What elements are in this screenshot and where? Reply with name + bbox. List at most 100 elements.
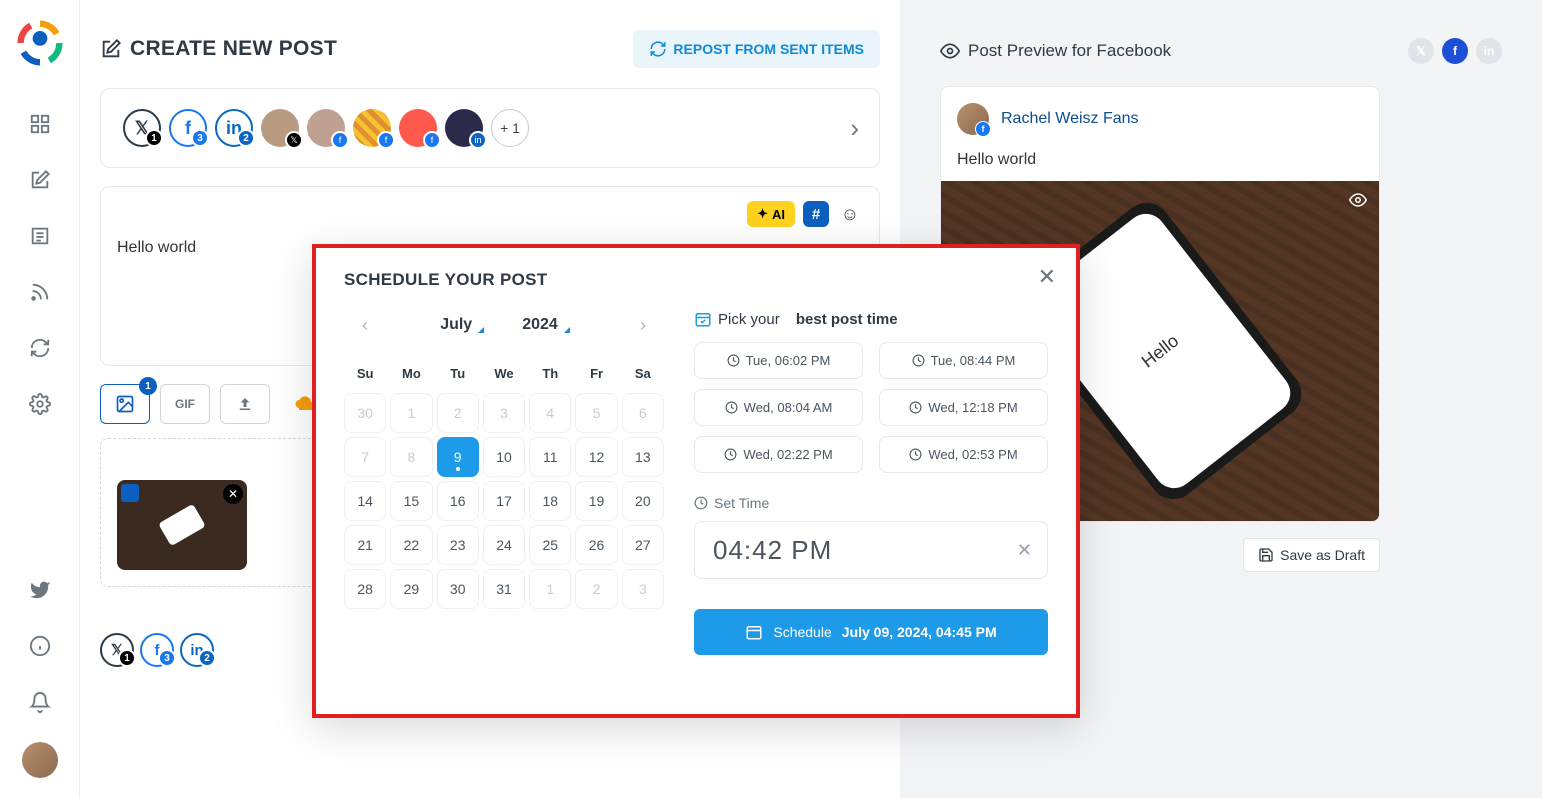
next-month-icon[interactable]: › xyxy=(628,310,658,340)
nav-recycle-icon[interactable] xyxy=(20,328,60,368)
account-item[interactable]: f xyxy=(353,109,391,147)
calendar-day[interactable]: 3 xyxy=(483,393,525,433)
remove-media-icon[interactable]: ✕ xyxy=(223,484,243,504)
gif-tool[interactable]: GIF xyxy=(160,384,210,424)
calendar-day[interactable]: 17 xyxy=(483,481,525,521)
calendar-day[interactable]: 25 xyxy=(529,525,571,565)
upload-tool[interactable] xyxy=(220,384,270,424)
page-title-text: CREATE NEW POST xyxy=(130,37,337,61)
best-time-option[interactable]: Wed, 02:53 PM xyxy=(879,436,1048,473)
calendar-day[interactable]: 30 xyxy=(344,393,386,433)
calendar-day[interactable]: 27 xyxy=(622,525,664,565)
calendar-day[interactable]: 24 xyxy=(483,525,525,565)
calendar-day[interactable]: 5 xyxy=(575,393,617,433)
calendar-day[interactable]: 6 xyxy=(622,393,664,433)
calendar-day-header: Su xyxy=(344,358,386,389)
clear-time-icon[interactable]: ✕ xyxy=(1017,540,1033,561)
calendar-day[interactable]: 2 xyxy=(575,569,617,609)
nav-twitter-icon[interactable] xyxy=(20,570,60,610)
calendar: ‹ July 2024 › SuMoTuWeThFrSa301234567891… xyxy=(344,310,664,655)
calendar-day[interactable]: 22 xyxy=(390,525,432,565)
nav-settings-icon[interactable] xyxy=(20,384,60,424)
save-draft-button[interactable]: Save as Draft xyxy=(1243,538,1380,572)
emoji-button[interactable]: ☺ xyxy=(837,201,863,227)
calendar-day[interactable]: 9 xyxy=(437,437,479,477)
preview-account-name: Rachel Weisz Fans xyxy=(1001,110,1139,128)
app-logo[interactable] xyxy=(17,20,63,66)
prev-month-icon[interactable]: ‹ xyxy=(350,310,380,340)
best-time-option[interactable]: Tue, 08:44 PM xyxy=(879,342,1048,379)
nav-compose-icon[interactable] xyxy=(20,160,60,200)
clock-icon xyxy=(725,401,738,414)
calendar-day[interactable]: 15 xyxy=(390,481,432,521)
clock-icon xyxy=(694,496,708,510)
account-badge: 1 xyxy=(145,129,163,147)
account-badge: 1 xyxy=(118,649,136,667)
best-time-option[interactable]: Wed, 08:04 AM xyxy=(694,389,863,426)
best-time-option[interactable]: Wed, 02:22 PM xyxy=(694,436,863,473)
hashtag-button[interactable]: # xyxy=(803,201,829,227)
accounts-selector[interactable]: 𝕏1f3in2𝕏fffin + 1 › xyxy=(100,88,880,168)
calendar-day[interactable]: 1 xyxy=(529,569,571,609)
preview-x-icon[interactable]: 𝕏 xyxy=(1408,38,1434,64)
account-item[interactable]: f xyxy=(399,109,437,147)
calendar-day[interactable]: 29 xyxy=(390,569,432,609)
calendar-day[interactable]: 4 xyxy=(529,393,571,433)
schedule-date: July 09, 2024, 04:45 PM xyxy=(842,624,997,640)
more-accounts[interactable]: + 1 xyxy=(491,109,529,147)
calendar-day[interactable]: 23 xyxy=(437,525,479,565)
nav-feed-icon[interactable] xyxy=(20,216,60,256)
chevron-right-icon[interactable]: › xyxy=(850,113,859,144)
calendar-day[interactable]: 1 xyxy=(390,393,432,433)
calendar-day[interactable]: 18 xyxy=(529,481,571,521)
calendar-day[interactable]: 19 xyxy=(575,481,617,521)
account-item[interactable]: in2 xyxy=(215,109,253,147)
calendar-day[interactable]: 8 xyxy=(390,437,432,477)
calendar-day[interactable]: 28 xyxy=(344,569,386,609)
calendar-day[interactable]: 26 xyxy=(575,525,617,565)
ai-button[interactable]: ✦ AI xyxy=(747,201,795,227)
account-item[interactable]: f xyxy=(307,109,345,147)
image-tool[interactable]: 1 xyxy=(100,384,150,424)
bottom-account[interactable]: 𝕏1 xyxy=(100,633,134,667)
best-time-option[interactable]: Tue, 06:02 PM xyxy=(694,342,863,379)
calendar-day[interactable]: 11 xyxy=(529,437,571,477)
calendar-year[interactable]: 2024 xyxy=(522,316,568,334)
bottom-account[interactable]: f3 xyxy=(140,633,174,667)
nav-info-icon[interactable] xyxy=(20,626,60,666)
calendar-day[interactable]: 7 xyxy=(344,437,386,477)
calendar-day[interactable]: 31 xyxy=(483,569,525,609)
nav-dashboard-icon[interactable] xyxy=(20,104,60,144)
preview-avatar xyxy=(957,103,989,135)
modal-close-icon[interactable]: ✕ xyxy=(1038,264,1056,290)
calendar-month[interactable]: July xyxy=(440,316,482,334)
schedule-confirm-button[interactable]: Schedule July 09, 2024, 04:45 PM xyxy=(694,609,1048,655)
calendar-day[interactable]: 10 xyxy=(483,437,525,477)
best-time-option[interactable]: Wed, 12:18 PM xyxy=(879,389,1048,426)
account-network-badge: in xyxy=(469,131,487,149)
calendar-day[interactable]: 12 xyxy=(575,437,617,477)
preview-eye-icon[interactable] xyxy=(1349,191,1367,214)
account-item[interactable]: 𝕏1 xyxy=(123,109,161,147)
account-item[interactable]: 𝕏 xyxy=(261,109,299,147)
preview-fb-icon[interactable]: f xyxy=(1442,38,1468,64)
calendar-day[interactable]: 14 xyxy=(344,481,386,521)
calendar-day[interactable]: 16 xyxy=(437,481,479,521)
account-item[interactable]: in xyxy=(445,109,483,147)
calendar-day[interactable]: 21 xyxy=(344,525,386,565)
nav-bell-icon[interactable] xyxy=(20,682,60,722)
repost-label: REPOST FROM SENT ITEMS xyxy=(673,41,864,57)
nav-rss-icon[interactable] xyxy=(20,272,60,312)
calendar-day[interactable]: 3 xyxy=(622,569,664,609)
user-avatar[interactable] xyxy=(22,742,58,778)
calendar-day[interactable]: 13 xyxy=(622,437,664,477)
calendar-day[interactable]: 2 xyxy=(437,393,479,433)
repost-button[interactable]: REPOST FROM SENT ITEMS xyxy=(633,30,880,68)
calendar-day[interactable]: 30 xyxy=(437,569,479,609)
media-thumbnail[interactable]: ✕ xyxy=(117,480,247,570)
bottom-account[interactable]: in2 xyxy=(180,633,214,667)
time-input[interactable]: 04:42 PM ✕ xyxy=(694,521,1048,579)
preview-li-icon[interactable]: in xyxy=(1476,38,1502,64)
calendar-day[interactable]: 20 xyxy=(622,481,664,521)
account-item[interactable]: f3 xyxy=(169,109,207,147)
